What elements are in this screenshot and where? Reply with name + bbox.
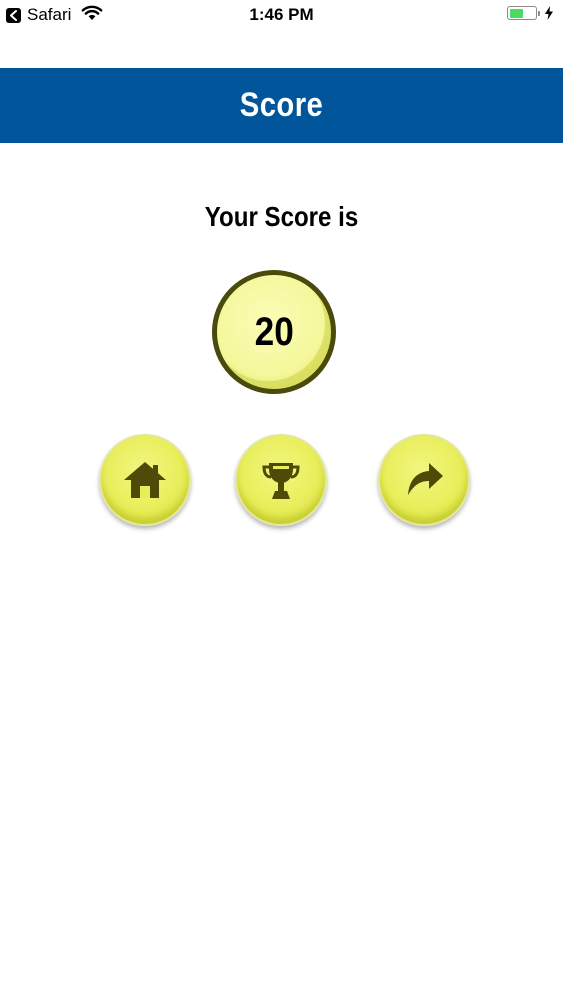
score-label: Your Score is	[204, 201, 359, 232]
trophy-icon	[262, 463, 300, 499]
home-button[interactable]	[99, 434, 191, 526]
status-bar: Safari 1:46 PM	[0, 0, 563, 30]
home-icon	[124, 462, 166, 498]
share-arrow-icon	[408, 463, 443, 495]
battery-level	[509, 8, 523, 18]
score-value: 20	[254, 309, 294, 354]
score-badge: 20	[212, 270, 336, 394]
leaderboard-button[interactable]	[235, 434, 327, 526]
status-time: 1:46 PM	[249, 5, 314, 24]
charging-bolt-icon	[545, 6, 553, 20]
page-title: Score	[239, 86, 324, 124]
header-bar: Score	[0, 68, 563, 143]
battery-icon	[507, 6, 540, 20]
status-right	[507, 6, 553, 20]
share-button[interactable]	[378, 434, 470, 526]
